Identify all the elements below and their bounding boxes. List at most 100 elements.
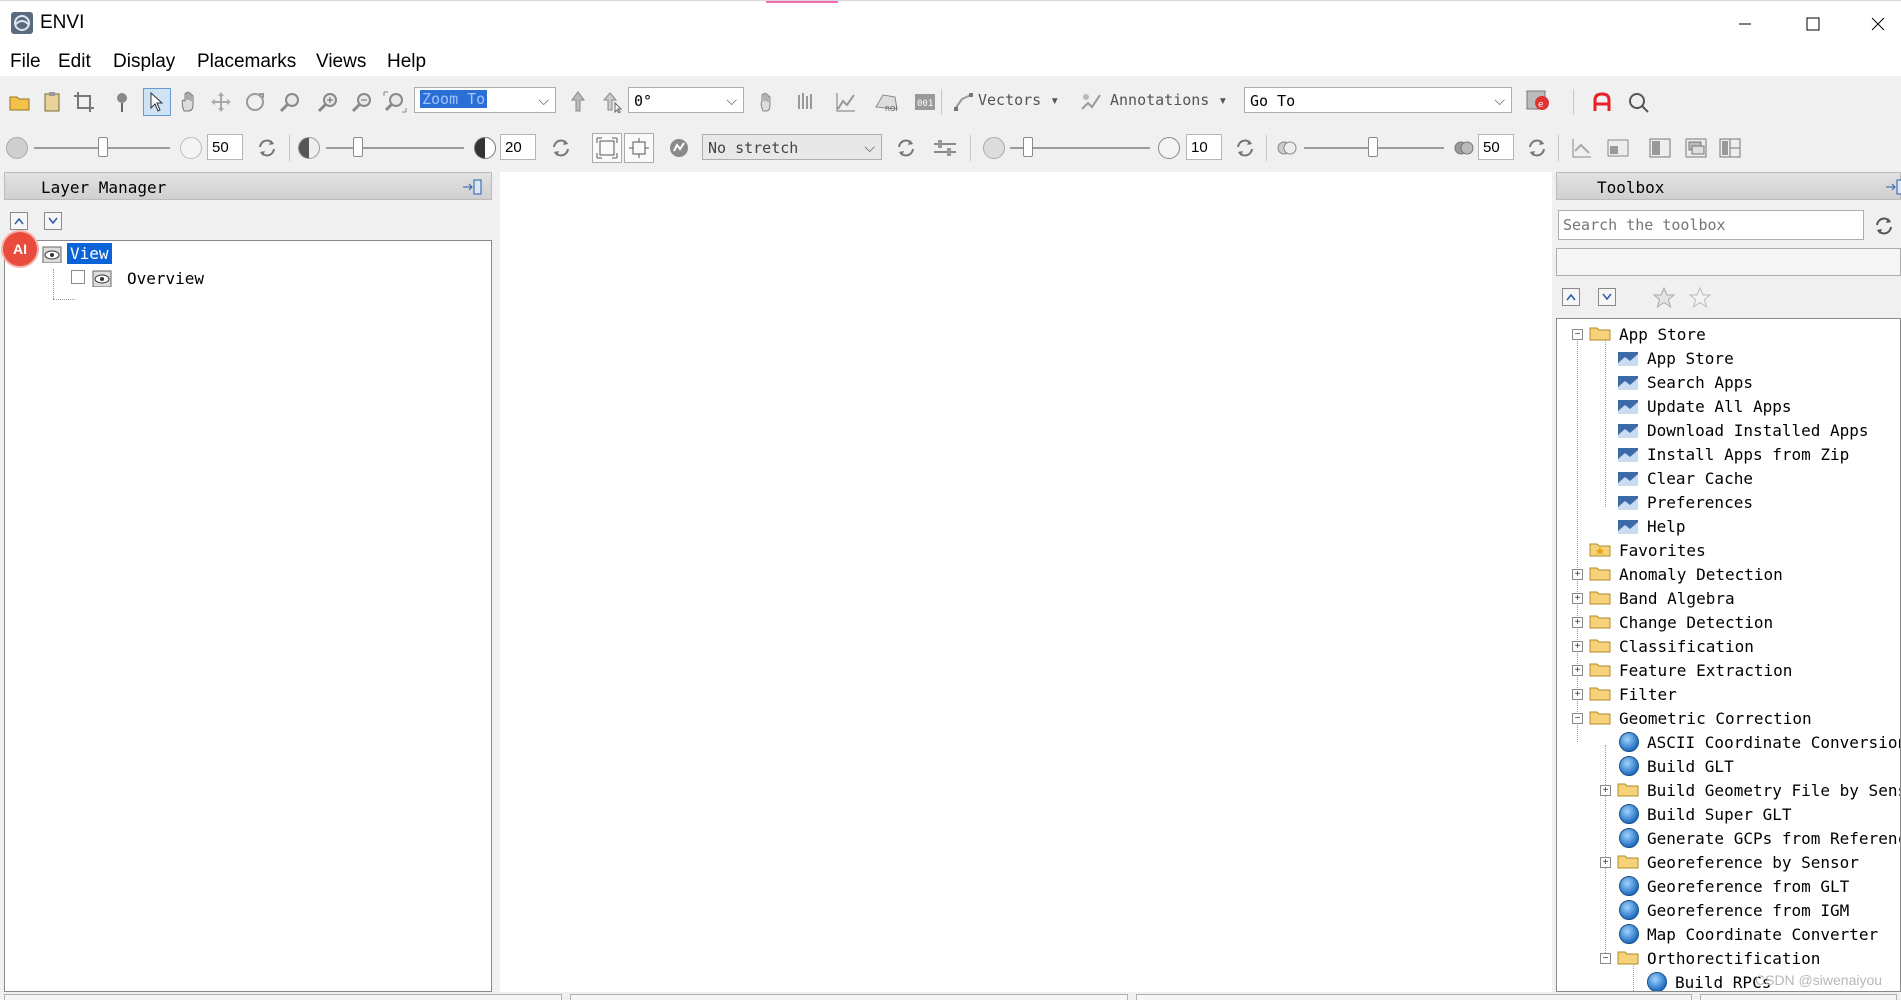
- pan-tool-button[interactable]: [177, 90, 201, 114]
- contrast-value-field[interactable]: 20: [500, 134, 536, 160]
- toolbox-expand-button[interactable]: [1562, 288, 1580, 306]
- menu-help[interactable]: Help: [387, 51, 426, 73]
- sharpen-options-button[interactable]: [933, 136, 957, 160]
- collapse-toggle[interactable]: −: [1572, 713, 1583, 724]
- tree-item-generate-gcps[interactable]: Generate GCPs from Reference: [1557, 827, 1900, 849]
- rotate-north-button[interactable]: [566, 90, 590, 114]
- rotate-tool-button[interactable]: [243, 90, 267, 114]
- pin-toolbox-button[interactable]: [1884, 178, 1901, 199]
- contrast-slider-thumb[interactable]: [353, 137, 363, 157]
- overview-checkbox[interactable]: [71, 270, 85, 284]
- tree-item-app-store[interactable]: App Store: [1557, 347, 1900, 369]
- fly-tool-button[interactable]: [209, 90, 233, 114]
- tree-item-install-apps-from-zip[interactable]: Install Apps from Zip: [1557, 443, 1900, 465]
- toolbox-collapse-button[interactable]: [1598, 288, 1616, 306]
- minimize-button[interactable]: [1722, 7, 1768, 41]
- tree-item-help[interactable]: Help: [1557, 515, 1900, 537]
- menu-views[interactable]: Views: [316, 51, 366, 73]
- stretch-view-button[interactable]: [624, 133, 654, 163]
- sharpen-value-field[interactable]: 10: [1186, 134, 1222, 160]
- toolbox-refresh-button[interactable]: [1872, 214, 1896, 238]
- sharpen-reset-button[interactable]: [1233, 136, 1257, 160]
- tree-item-map-coordinate-converter[interactable]: Map Coordinate Converter: [1557, 923, 1900, 945]
- tree-item-download-installed-apps[interactable]: Download Installed Apps: [1557, 419, 1900, 441]
- expand-toggle[interactable]: +: [1572, 641, 1583, 652]
- tree-folder-app-store[interactable]: − App Store: [1557, 323, 1900, 345]
- menu-file[interactable]: File: [10, 51, 41, 73]
- select-tool-button[interactable]: [143, 88, 171, 116]
- expand-all-button[interactable]: [10, 212, 28, 230]
- menu-placemarks[interactable]: Placemarks: [197, 51, 296, 73]
- tree-folder-orthorectification[interactable]: − Orthorectification: [1557, 947, 1900, 969]
- rotation-combo[interactable]: 0° ⌵: [628, 87, 744, 113]
- expand-toggle[interactable]: +: [1572, 617, 1583, 628]
- tree-folder-favorites[interactable]: Favorites: [1557, 539, 1900, 561]
- portal-view-button[interactable]: [1606, 136, 1630, 160]
- expand-toggle[interactable]: +: [1600, 857, 1611, 868]
- tree-folder-geometric-correction[interactable]: − Geometric Correction: [1557, 707, 1900, 729]
- expand-toggle[interactable]: +: [1572, 593, 1583, 604]
- spectral-profile-button[interactable]: [834, 90, 858, 114]
- view-layout-2-button[interactable]: [1684, 136, 1708, 160]
- brightness-reset-button[interactable]: [255, 136, 279, 160]
- expand-toggle[interactable]: +: [1572, 569, 1583, 580]
- tree-item-clear-cache[interactable]: Clear Cache: [1557, 467, 1900, 489]
- tree-item-ascii-coordinate-conversion[interactable]: ASCII Coordinate Conversion: [1557, 731, 1900, 753]
- close-button[interactable]: [1855, 7, 1901, 41]
- crop-button[interactable]: [72, 90, 96, 114]
- brightness-slider-thumb[interactable]: [98, 137, 108, 157]
- add-favorite-button[interactable]: [1652, 286, 1676, 310]
- collapse-toggle[interactable]: −: [1572, 329, 1583, 340]
- expand-toggle[interactable]: +: [1572, 665, 1583, 676]
- transparency-value-field[interactable]: 50: [1478, 134, 1514, 160]
- menu-edit[interactable]: Edit: [58, 51, 91, 73]
- menu-display[interactable]: Display: [113, 51, 175, 73]
- cursor-value-button[interactable]: [756, 90, 780, 114]
- tree-folder-feature-extraction[interactable]: + Feature Extraction: [1557, 659, 1900, 681]
- collapse-toggle[interactable]: −: [1600, 953, 1611, 964]
- brightness-value-field[interactable]: 50: [207, 134, 243, 160]
- portal-button[interactable]: e: [1526, 89, 1550, 113]
- tree-folder-band-algebra[interactable]: + Band Algebra: [1557, 587, 1900, 609]
- ai-assistant-badge[interactable]: AI: [3, 232, 37, 266]
- stretch-combo[interactable]: No stretch ⌵: [702, 134, 882, 160]
- tree-folder-filter[interactable]: + Filter: [1557, 683, 1900, 705]
- zoom-tool-button[interactable]: [278, 90, 302, 114]
- tree-folder-classification[interactable]: + Classification: [1557, 635, 1900, 657]
- transparency-slider-thumb[interactable]: [1368, 137, 1378, 157]
- stretch-extent-button[interactable]: [592, 133, 622, 163]
- pixel-locator-button[interactable]: 001: [913, 90, 937, 114]
- data-manager-button[interactable]: [40, 90, 64, 114]
- sharpen-slider-thumb[interactable]: [1023, 137, 1033, 157]
- expand-toggle[interactable]: +: [1600, 785, 1611, 796]
- tree-folder-georeference-by-sensor[interactable]: + Georeference by Sensor: [1557, 851, 1900, 873]
- acrobat-button[interactable]: [1590, 90, 1614, 114]
- annotations-dropdown[interactable]: Annotations ▾: [1110, 91, 1227, 109]
- contrast-reset-button[interactable]: [549, 136, 573, 160]
- 3d-surface-button[interactable]: ROI: [873, 89, 899, 113]
- placemark-button[interactable]: [110, 90, 134, 114]
- tree-folder-anomaly-detection[interactable]: + Anomaly Detection: [1557, 563, 1900, 585]
- tree-item-build-glt[interactable]: Build GLT: [1557, 755, 1900, 777]
- remove-favorite-button[interactable]: [1688, 286, 1712, 310]
- zoom-out-button[interactable]: [350, 90, 374, 114]
- tree-folder-change-detection[interactable]: + Change Detection: [1557, 611, 1900, 633]
- collapse-all-button[interactable]: [44, 212, 62, 230]
- toolbox-search-input[interactable]: [1558, 210, 1864, 240]
- zoom-combo[interactable]: Zoom To ⌵: [414, 87, 556, 113]
- tree-item-preferences[interactable]: Preferences: [1557, 491, 1900, 513]
- maximize-button[interactable]: [1790, 7, 1836, 41]
- stretch-type-button[interactable]: [667, 136, 691, 160]
- tree-item-update-all-apps[interactable]: Update All Apps: [1557, 395, 1900, 417]
- goto-combo[interactable]: Go To ⌵: [1244, 87, 1512, 113]
- tree-item-build-super-glt[interactable]: Build Super GLT: [1557, 803, 1900, 825]
- profile-button[interactable]: [795, 90, 819, 114]
- pin-panel-button[interactable]: [461, 178, 483, 199]
- tree-item-georeference-from-igm[interactable]: Georeference from IGM: [1557, 899, 1900, 921]
- image-view-area[interactable]: [500, 172, 1552, 992]
- rotate-up-button[interactable]: [600, 90, 624, 114]
- stretch-reset-button[interactable]: [894, 136, 918, 160]
- search-button[interactable]: [1626, 90, 1650, 114]
- open-file-button[interactable]: [8, 90, 32, 114]
- zoom-in-button[interactable]: [316, 90, 340, 114]
